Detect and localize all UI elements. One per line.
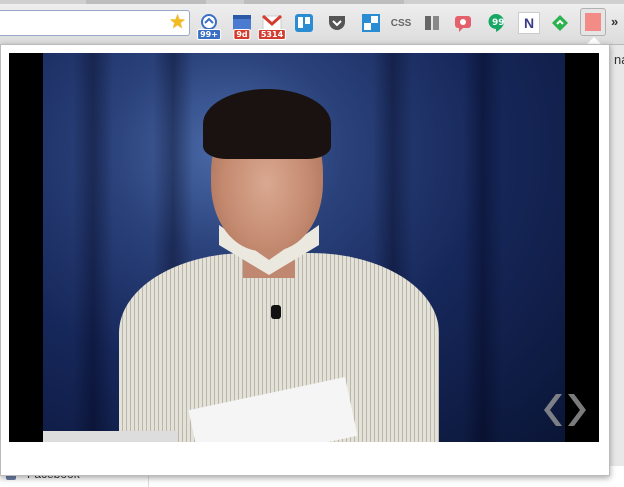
trello-extension-button[interactable] xyxy=(293,12,315,34)
video-frame xyxy=(43,53,565,442)
watermark-logo-icon xyxy=(544,394,586,426)
tab[interactable] xyxy=(86,0,206,4)
css-icon: CSS xyxy=(390,17,412,29)
feedly-icon xyxy=(552,15,568,31)
share-extension-button[interactable]: 99+ xyxy=(197,12,221,40)
lapel-mic xyxy=(271,305,281,319)
trello-icon xyxy=(295,14,313,32)
extensions-overflow-button[interactable]: » xyxy=(611,14,618,29)
video-player[interactable] xyxy=(9,53,599,442)
page-text-fragment: na xyxy=(614,52,624,67)
record-extension-button[interactable] xyxy=(452,12,474,34)
layout-extension-button[interactable] xyxy=(360,12,382,34)
extension-badge: 9d xyxy=(233,29,251,40)
extension-badge: 5314 xyxy=(257,29,287,40)
tab[interactable] xyxy=(244,0,404,4)
reader-icon xyxy=(425,16,439,30)
curtain-fold xyxy=(463,53,503,442)
extension-badge: 99+ xyxy=(197,29,221,40)
podium xyxy=(43,431,178,442)
calendar-extension-button[interactable]: 9d xyxy=(231,12,253,40)
active-extension-button[interactable] xyxy=(580,8,606,36)
gmail-extension-button[interactable]: 5314 xyxy=(257,12,287,40)
reader-extension-button[interactable] xyxy=(421,12,443,34)
pocket-icon xyxy=(329,16,345,30)
active-extension-icon xyxy=(585,13,601,31)
extension-popup xyxy=(0,44,610,476)
hangouts-extension-button[interactable]: 99 xyxy=(485,12,507,34)
bookmark-star-icon[interactable]: ★ xyxy=(169,12,186,34)
feedly-extension-button[interactable] xyxy=(549,12,571,34)
curtain-fold xyxy=(73,53,113,442)
svg-text:99: 99 xyxy=(492,18,505,28)
notion-icon: N xyxy=(523,15,535,31)
address-bar[interactable]: ★ xyxy=(0,10,190,36)
layout-icon xyxy=(362,14,380,32)
pocket-extension-button[interactable] xyxy=(326,12,348,34)
record-icon xyxy=(455,16,471,32)
notion-extension-button[interactable]: N xyxy=(518,12,540,34)
browser-toolbar: ★ 99+ 9d 5314 CSS 99 N » xyxy=(0,0,624,45)
hangouts-icon: 99 xyxy=(488,14,505,32)
speaker-hair xyxy=(203,89,331,159)
css-extension-button[interactable]: CSS xyxy=(390,12,412,34)
